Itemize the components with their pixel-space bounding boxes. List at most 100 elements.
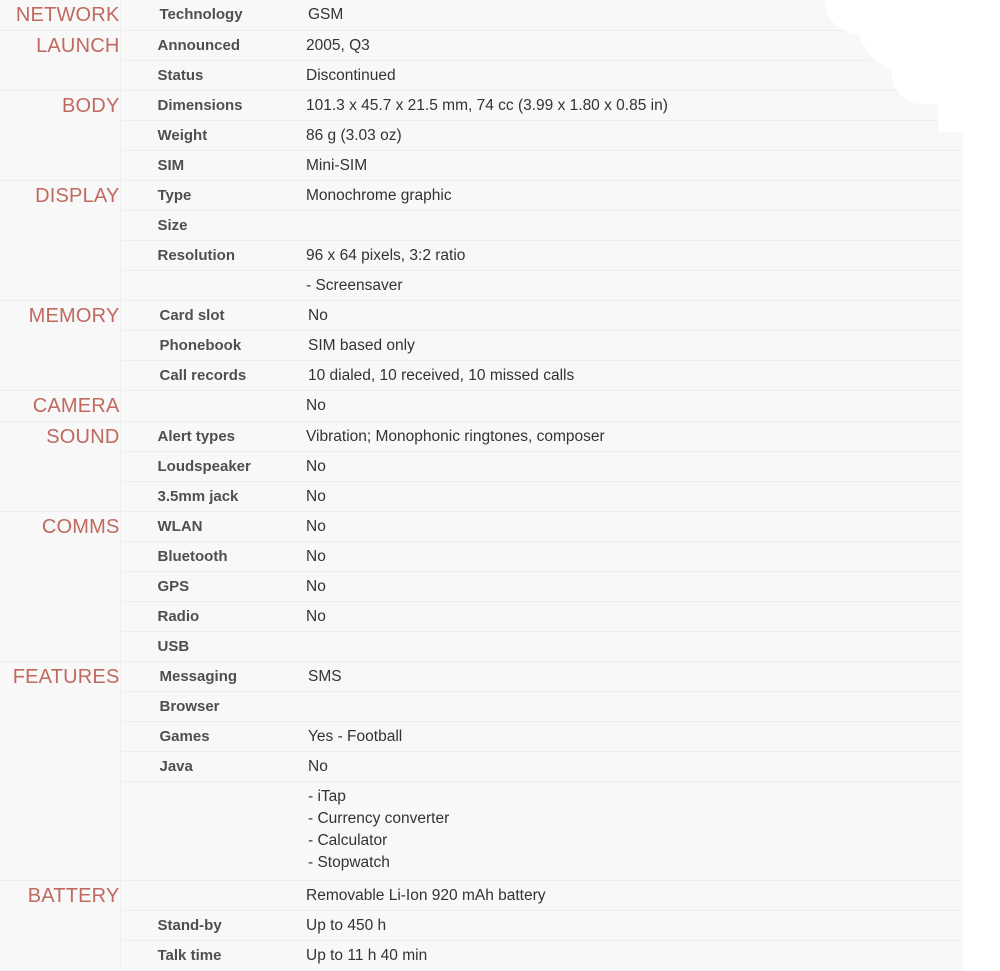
field-value-cell: Up to 450 h — [278, 910, 963, 941]
field-label: Browser — [159, 698, 220, 715]
field-label-cell: Weight — [120, 120, 278, 151]
field-label-cell: Announced — [120, 30, 278, 61]
field-value-cell — [278, 210, 963, 241]
field-label-cell: Card slot — [120, 300, 278, 331]
field-value-cell: Discontinued — [278, 60, 963, 91]
field-label: Loudspeaker — [157, 458, 251, 475]
table-row: LAUNCH Announced 2005, Q3 — [0, 30, 963, 91]
field-value: No — [308, 307, 328, 324]
field-label-cell: Stand-by — [120, 910, 278, 941]
field-value: 10 dialed, 10 received, 10 missed calls — [308, 367, 575, 384]
field-value-cell: 10 dialed, 10 received, 10 missed calls — [278, 360, 963, 391]
field-label-cell: Games — [120, 721, 278, 752]
section-header-label: LAUNCH — [36, 35, 120, 57]
field-label-cell: Alert types — [120, 421, 278, 452]
field-value-cell: Removable Li-Ion 920 mAh battery — [278, 880, 963, 911]
spec-sheet: NETWORK Technology GSM LAUNCH Announced 2005,… — [0, 0, 1000, 971]
field-label: Resolution — [157, 247, 236, 264]
field-label-cell: Resolution — [120, 240, 278, 271]
field-value: Up to 11 h 40 min — [306, 947, 428, 964]
section-header-label: NETWORK — [15, 4, 120, 26]
field-label: Radio — [157, 608, 200, 625]
field-value: Removable Li-Ion 920 mAh battery — [306, 887, 546, 904]
field-label: WLAN — [157, 518, 203, 535]
field-label: Bluetooth — [157, 548, 228, 565]
feature-bullet: - Stopwatch — [308, 854, 390, 871]
field-value-cell: 96 x 64 pixels, 3:2 ratio — [278, 240, 963, 271]
field-value: No — [306, 518, 326, 535]
field-value: Monochrome graphic — [306, 187, 452, 204]
field-value-cell: Yes - Football — [278, 721, 963, 752]
field-value-cell: No — [278, 451, 963, 482]
section-header-label: COMMS — [41, 516, 120, 538]
field-value-cell: 2005, Q3 — [278, 30, 963, 61]
field-value: SIM based only — [308, 337, 415, 354]
field-label: Games — [159, 728, 210, 745]
section-header-label: SOUND — [46, 426, 120, 448]
field-value-cell: SMS — [278, 661, 963, 692]
field-label-cell — [120, 880, 278, 911]
field-label-cell: Radio — [120, 601, 278, 632]
field-label: Phonebook — [159, 337, 242, 354]
table-row: Java No — [0, 751, 963, 782]
field-label-cell: Dimensions — [120, 90, 278, 121]
field-value: 2005, Q3 — [306, 37, 370, 54]
section-header-label: BODY — [62, 95, 120, 117]
field-value-cell: Mini-SIM — [278, 150, 963, 181]
field-label: 3.5mm jack — [157, 488, 239, 505]
table-row: CAMERA No — [0, 390, 963, 422]
field-label: Talk time — [157, 947, 222, 964]
field-label-cell: Messaging — [120, 661, 278, 692]
table-row: Size — [0, 210, 963, 241]
field-value: No — [306, 458, 326, 475]
field-label-cell: Browser — [120, 691, 278, 722]
field-value: No — [308, 758, 328, 775]
field-value-cell: No — [278, 601, 963, 632]
field-label-cell: Call records — [120, 360, 278, 391]
section-header-camera: CAMERA — [0, 390, 121, 422]
field-value: SMS — [308, 668, 342, 685]
table-row: Phonebook SIM based only — [0, 330, 963, 361]
section-header-network: NETWORK — [0, 0, 121, 31]
section-header-display: DISPLAY — [0, 180, 121, 301]
field-label: SIM — [157, 157, 185, 174]
field-value-cell: No — [278, 751, 963, 782]
section-header-label: MEMORY — [28, 305, 120, 327]
field-label: Alert types — [157, 428, 236, 445]
knockout-shape-5 — [963, 0, 1000, 947]
field-label-cell: WLAN — [120, 511, 278, 542]
field-label-cell: Status — [120, 60, 278, 91]
field-value-cell: No — [278, 511, 963, 542]
field-value: Yes - Football — [308, 728, 403, 745]
field-label: Size — [157, 217, 188, 234]
field-label-cell: Java — [120, 751, 278, 782]
field-label: Java — [159, 758, 193, 775]
field-label-cell: Phonebook — [120, 330, 278, 361]
table-row: GPS No — [0, 571, 963, 602]
field-label-cell — [120, 781, 278, 881]
table-row: Bluetooth No — [0, 541, 963, 572]
field-value: No — [306, 397, 326, 414]
feature-bullet: - Currency converter — [308, 810, 450, 827]
field-label: USB — [157, 638, 190, 655]
field-label-cell: Bluetooth — [120, 541, 278, 572]
table-row: SOUND Alert types Vibration; Monophonic ri… — [0, 421, 963, 512]
field-value-cell: No — [278, 571, 963, 602]
field-label-cell: GPS — [120, 571, 278, 602]
section-header-launch: LAUNCH — [0, 30, 121, 91]
field-label-cell: Talk time — [120, 940, 278, 971]
field-value: - Screensaver — [306, 277, 403, 294]
table-row: MEMORY Card slot No — [0, 300, 963, 391]
field-label: Call records — [159, 367, 247, 384]
field-label: Stand-by — [157, 917, 222, 934]
table-row: Stand-by Up to 450 h — [0, 910, 963, 941]
field-value-cell: No — [278, 300, 963, 331]
field-label-cell: 3.5mm jack — [120, 481, 278, 512]
table-row: - Screensaver — [0, 270, 963, 301]
field-value: No — [306, 578, 326, 595]
table-row: Resolution 96 x 64 pixels, 3:2 ratio — [0, 240, 963, 271]
field-value: Up to 450 h — [306, 917, 387, 934]
field-value-cell — [278, 691, 963, 722]
field-value-cell: SIM based only — [278, 330, 963, 361]
field-value: GSM — [308, 6, 344, 23]
